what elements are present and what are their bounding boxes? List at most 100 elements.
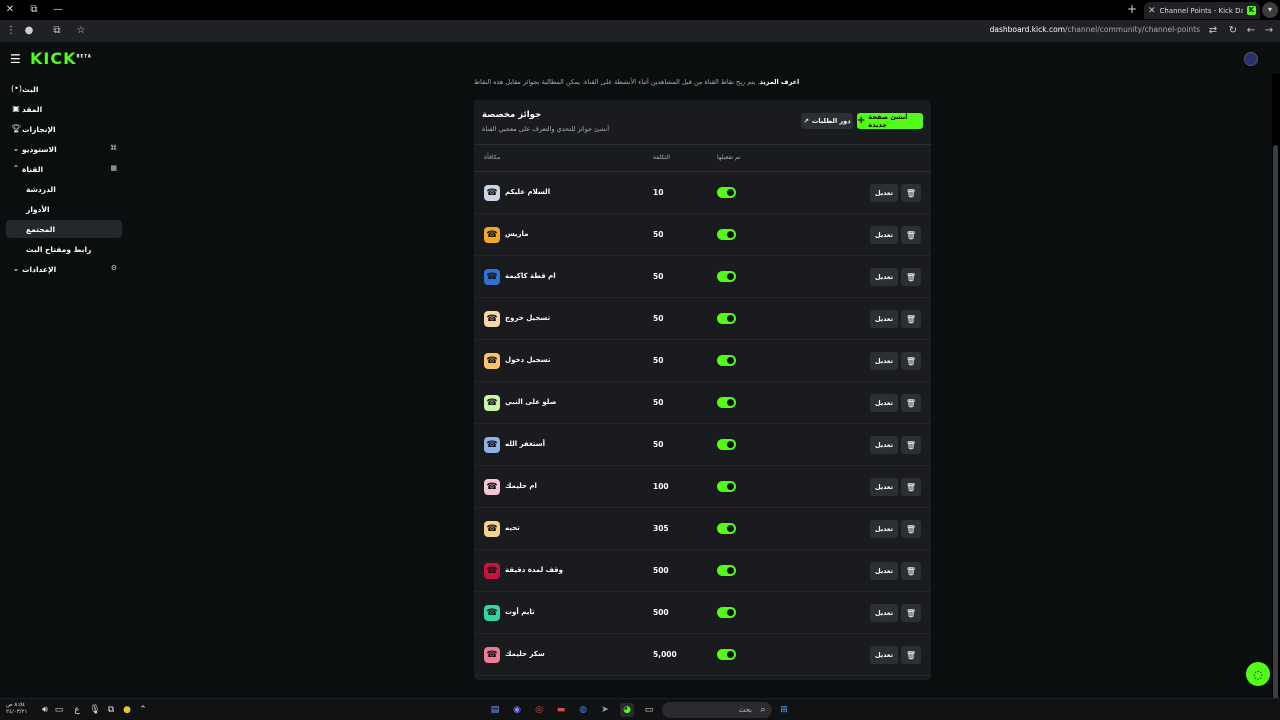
- delete-reward-button[interactable]: 🗑︎: [901, 520, 921, 538]
- edit-reward-button[interactable]: تعديل: [870, 562, 898, 580]
- network-icon[interactable]: ▭: [52, 703, 66, 717]
- edit-reward-button[interactable]: تعديل: [870, 520, 898, 538]
- delete-reward-button[interactable]: 🗑︎: [901, 268, 921, 286]
- sidebar: (•) البث ▣ المقد 🏆︎ الإنجازات ⌄ الاستودي…: [0, 74, 130, 700]
- sidebar-subitem-chat[interactable]: الدردشة: [6, 180, 122, 198]
- support-chat-button[interactable]: ◌: [1246, 662, 1270, 686]
- taskbar-app-steam-icon[interactable]: ➤: [598, 703, 612, 717]
- microphone-icon[interactable]: 🎙︎: [88, 703, 102, 717]
- extensions-icon[interactable]: ⧉: [50, 24, 64, 38]
- reward-icon: ☎: [484, 395, 500, 411]
- delete-reward-button[interactable]: 🗑︎: [901, 478, 921, 496]
- reload-icon[interactable]: ↻: [1226, 24, 1240, 38]
- reward-enabled-toggle[interactable]: [717, 355, 736, 366]
- table-row: ☎ وقف لمدة دقيقة 500 تعديل 🗑︎: [474, 550, 931, 592]
- taskbar-app-browser-icon[interactable]: ◎: [532, 703, 546, 717]
- browser-tab-strip: ✕ ⧉ — + ✕ Channel Points - Kick Dashboar…: [0, 0, 1280, 20]
- windows-start-icon[interactable]: ⊞: [777, 703, 791, 717]
- user-avatar[interactable]: [1244, 52, 1258, 66]
- reward-enabled-toggle[interactable]: [717, 565, 736, 576]
- reward-icon: ☎: [484, 479, 500, 495]
- sidebar-item-studio[interactable]: ⌄ الاستوديو ⌘: [6, 140, 122, 158]
- edit-reward-button[interactable]: تعديل: [870, 226, 898, 244]
- language-icon[interactable]: ع: [70, 703, 84, 717]
- restore-window-icon[interactable]: ⧉: [26, 2, 42, 18]
- delete-reward-button[interactable]: 🗑︎: [901, 352, 921, 370]
- delete-reward-button[interactable]: 🗑︎: [901, 184, 921, 202]
- edit-reward-button[interactable]: تعديل: [870, 646, 898, 664]
- delete-reward-button[interactable]: 🗑︎: [901, 226, 921, 244]
- tray-app-icon[interactable]: ⧉: [104, 703, 118, 717]
- trash-icon: 🗑︎: [905, 566, 917, 576]
- speaker-icon[interactable]: 🔊︎: [38, 703, 52, 717]
- reward-cost: 500: [653, 566, 669, 575]
- reward-enabled-toggle[interactable]: [717, 523, 736, 534]
- hamburger-menu-icon[interactable]: ☰: [10, 52, 21, 66]
- sidebar-item-settings[interactable]: ⌄ الإعدادات ⚙: [6, 260, 122, 278]
- taskbar-app-taskview-icon[interactable]: ▭: [642, 703, 656, 717]
- reward-enabled-toggle[interactable]: [717, 271, 736, 282]
- reward-icon: ☎: [484, 521, 500, 537]
- browser-tab[interactable]: ✕ Channel Points - Kick Dashboard K: [1144, 2, 1260, 19]
- edit-reward-button[interactable]: تعديل: [870, 394, 898, 412]
- close-tab-icon[interactable]: ✕: [1148, 6, 1156, 16]
- reward-enabled-toggle[interactable]: [717, 313, 736, 324]
- reward-cost: 50: [653, 398, 664, 407]
- sidebar-item-broadcast[interactable]: (•) البث: [6, 80, 122, 98]
- tray-status-icon[interactable]: ●: [120, 703, 134, 717]
- edit-reward-button[interactable]: تعديل: [870, 352, 898, 370]
- url-field[interactable]: dashboard.kick.com/channel/community/cha…: [990, 25, 1200, 34]
- taskbar-app-media-icon[interactable]: ▬: [554, 703, 568, 717]
- delete-reward-button[interactable]: 🗑︎: [901, 436, 921, 454]
- close-window-icon[interactable]: ✕: [2, 2, 18, 18]
- table-row: ☎ صلو على النبي 50 تعديل 🗑︎: [474, 382, 931, 424]
- reward-enabled-toggle[interactable]: [717, 229, 736, 240]
- taskbar-app-chrome-icon[interactable]: ◕: [620, 703, 634, 717]
- delete-reward-button[interactable]: 🗑︎: [901, 394, 921, 412]
- sidebar-subitem-community[interactable]: المجتمع: [6, 220, 122, 238]
- table-row: ☎ أستغفر الله 50 تعديل 🗑︎: [474, 424, 931, 466]
- edit-reward-button[interactable]: تعديل: [870, 478, 898, 496]
- edit-reward-button[interactable]: تعديل: [870, 604, 898, 622]
- delete-reward-button[interactable]: 🗑︎: [901, 562, 921, 580]
- sidebar-subitem-stream-key[interactable]: رابط ومفتاح البث: [6, 240, 122, 258]
- sidebar-subitem-roles[interactable]: الأدوار: [6, 200, 122, 218]
- delete-reward-button[interactable]: 🗑︎: [901, 310, 921, 328]
- kick-logo[interactable]: KICKBETA: [30, 49, 92, 68]
- edit-reward-button[interactable]: تعديل: [870, 310, 898, 328]
- menu-dots-icon[interactable]: ⋮: [4, 24, 18, 38]
- requests-queue-button[interactable]: ↗ دور الطلبات: [801, 113, 853, 129]
- forward-icon[interactable]: →: [1262, 24, 1276, 38]
- reward-cost: 50: [653, 230, 664, 239]
- tab-search-icon[interactable]: ▾: [1262, 2, 1278, 18]
- reward-enabled-toggle[interactable]: [717, 649, 736, 660]
- back-icon[interactable]: ←: [1244, 24, 1258, 38]
- bookmark-star-icon[interactable]: ☆: [74, 24, 88, 38]
- reward-icon: ☎: [484, 353, 500, 369]
- sidebar-item-channel[interactable]: ⌃ القناة ▦: [6, 160, 122, 178]
- reward-enabled-toggle[interactable]: [717, 481, 736, 492]
- reward-enabled-toggle[interactable]: [717, 187, 736, 198]
- create-reward-button[interactable]: + أنشئ صفحة جديدة: [857, 113, 923, 129]
- taskbar-app-edge-icon[interactable]: ◍: [576, 703, 590, 717]
- page-scrollbar[interactable]: [1273, 145, 1278, 700]
- learn-more-link[interactable]: اعرف المزيد: [759, 78, 799, 86]
- minimize-window-icon[interactable]: —: [50, 2, 66, 18]
- profile-icon[interactable]: ●: [22, 24, 36, 38]
- site-settings-icon[interactable]: ⇄: [1206, 24, 1220, 38]
- reward-enabled-toggle[interactable]: [717, 607, 736, 618]
- reward-enabled-toggle[interactable]: [717, 397, 736, 408]
- taskbar-app-discord-icon[interactable]: ◉: [510, 703, 524, 717]
- new-tab-icon[interactable]: +: [1127, 2, 1137, 16]
- taskbar-app-notes-icon[interactable]: ▤: [488, 703, 502, 717]
- edit-reward-button[interactable]: تعديل: [870, 268, 898, 286]
- delete-reward-button[interactable]: 🗑︎: [901, 646, 921, 664]
- edit-reward-button[interactable]: تعديل: [870, 436, 898, 454]
- sidebar-item-content[interactable]: ▣ المقد: [6, 100, 122, 118]
- taskbar-clock[interactable]: ٨:٥٤ ص ٢٤/٠٣/٢١: [6, 702, 27, 716]
- reward-enabled-toggle[interactable]: [717, 439, 736, 450]
- sidebar-item-achievements[interactable]: 🏆︎ الإنجازات: [6, 120, 122, 138]
- delete-reward-button[interactable]: 🗑︎: [901, 604, 921, 622]
- tray-expand-icon[interactable]: ⌃: [136, 703, 150, 717]
- edit-reward-button[interactable]: تعديل: [870, 184, 898, 202]
